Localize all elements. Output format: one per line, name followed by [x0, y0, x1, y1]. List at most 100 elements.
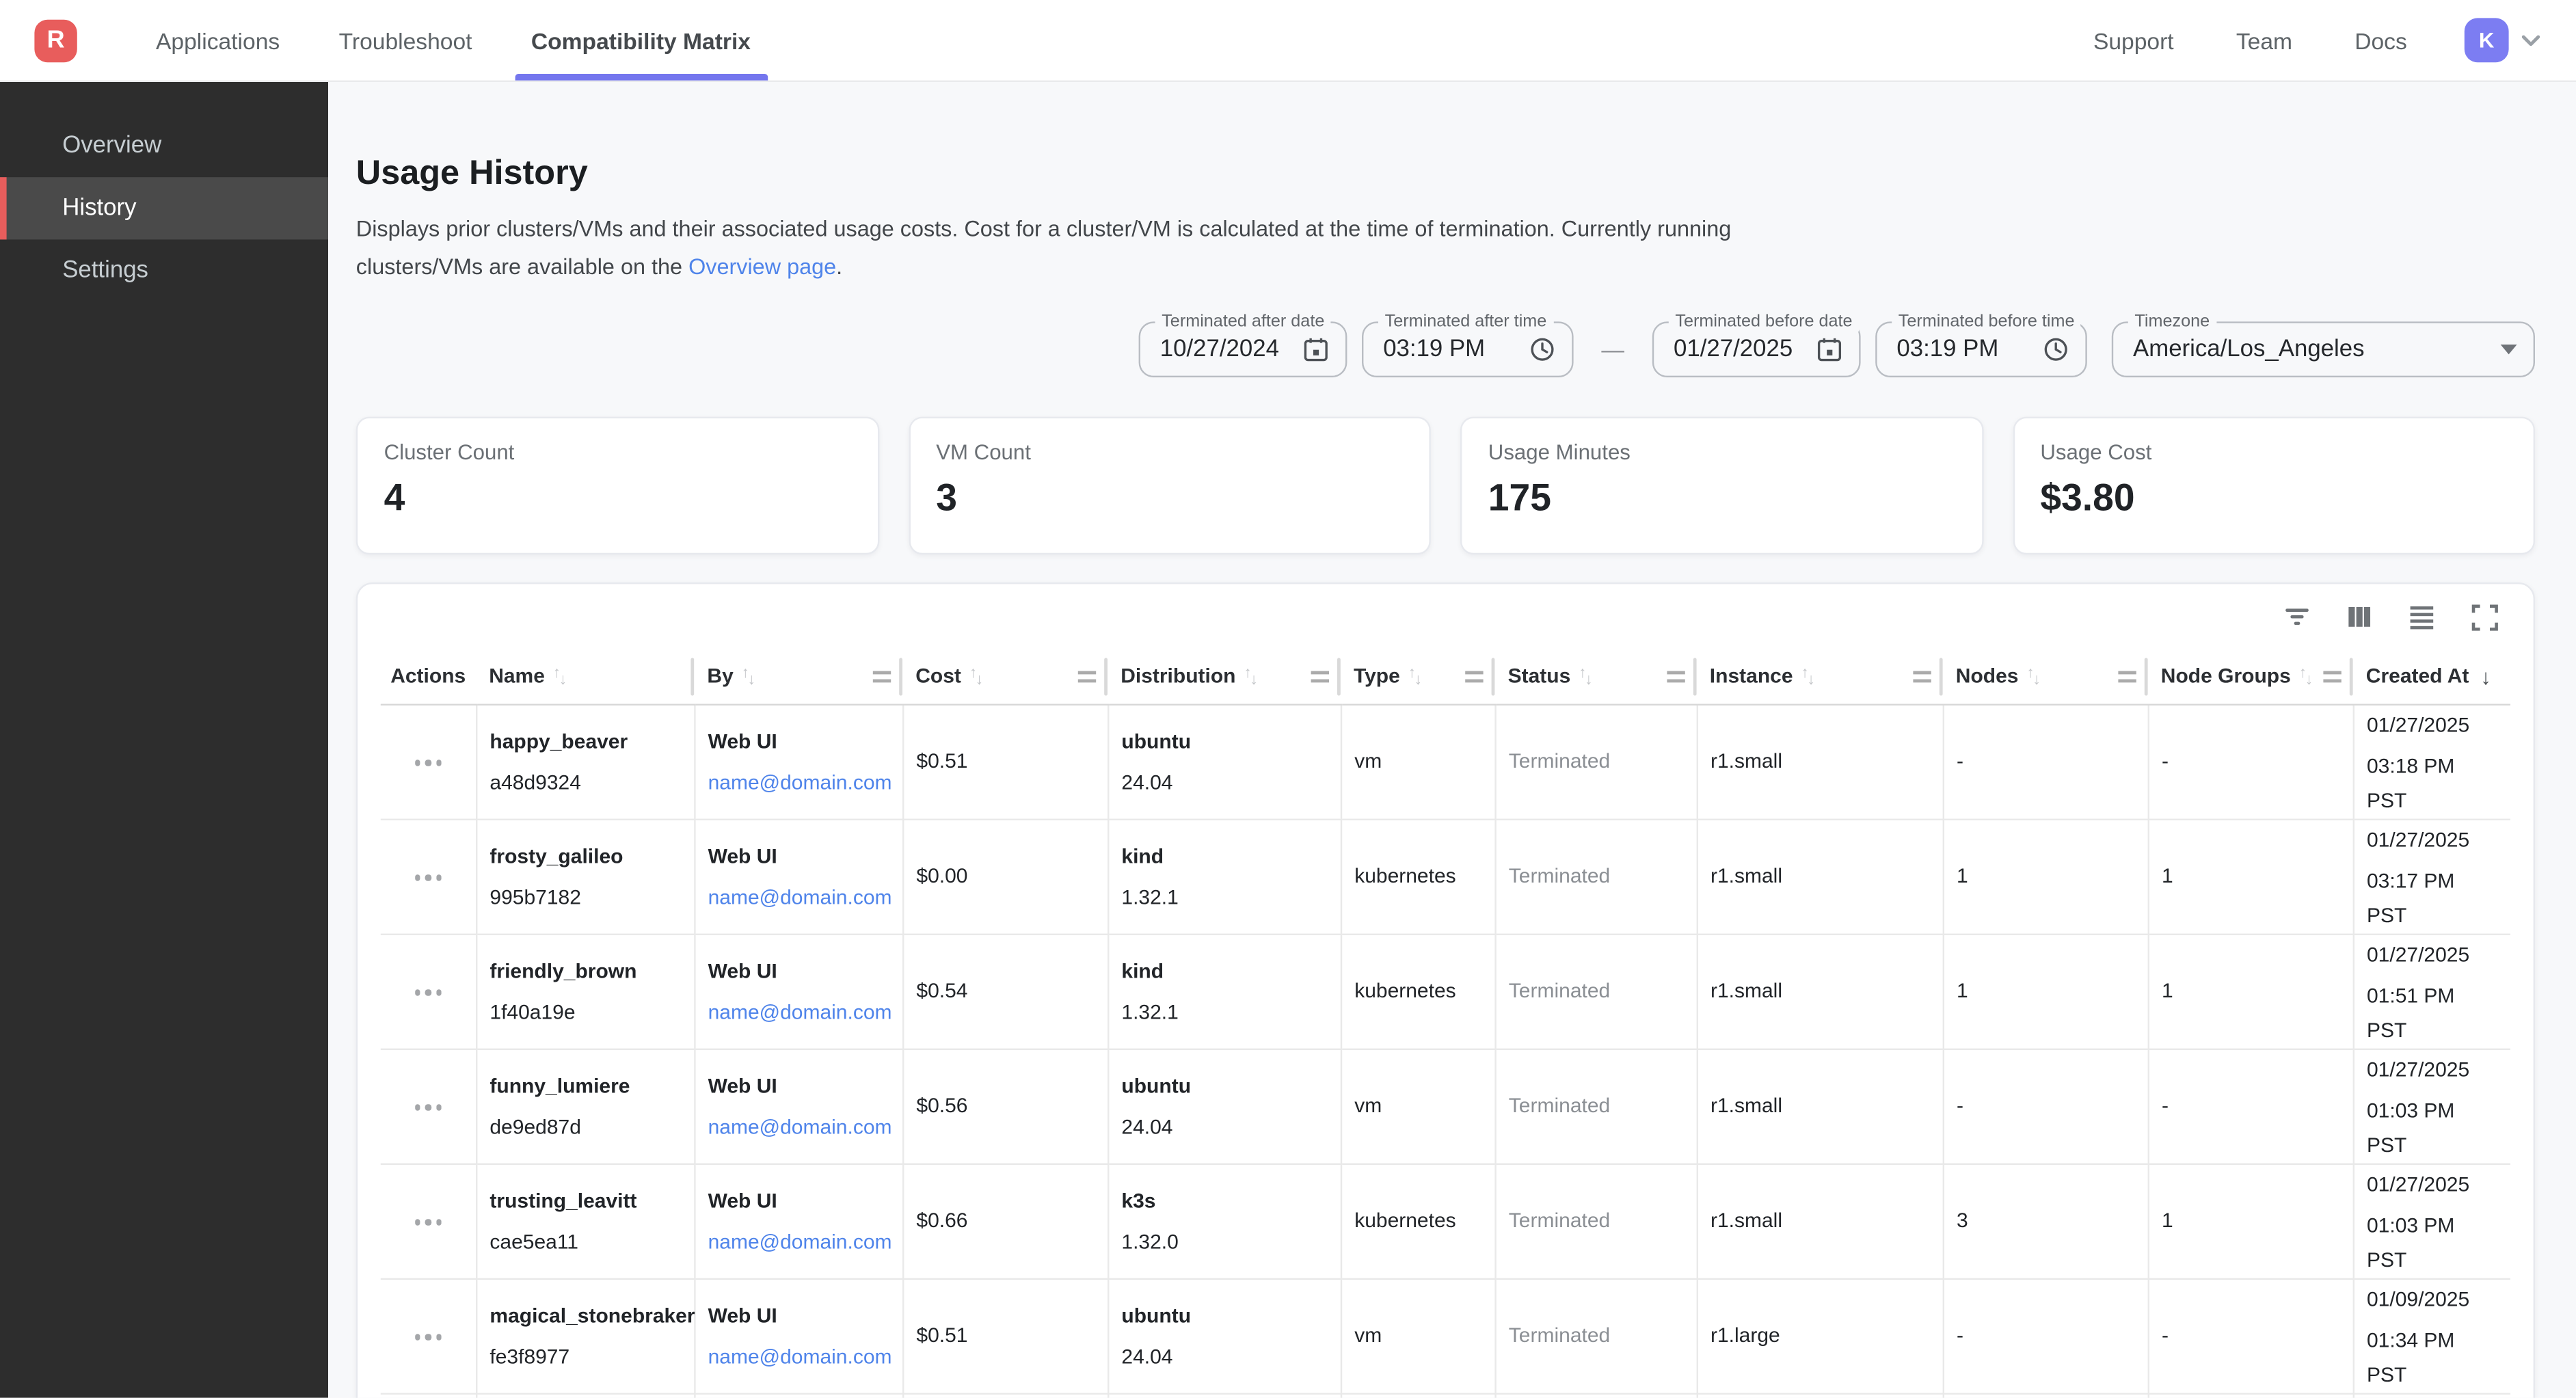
calendar-icon[interactable] — [1816, 336, 1842, 362]
sort-icon[interactable]: ↑↓ — [2026, 667, 2040, 685]
cost-value: $0.51 — [916, 1324, 967, 1347]
created-date: 01/09/2025 — [2367, 1282, 2497, 1317]
column-header-instance[interactable]: Instance↑↓ — [1697, 649, 1943, 703]
stat-label: Usage Cost — [2040, 440, 2507, 464]
cell-cost: $0.00 — [902, 819, 1108, 934]
tab-applications[interactable]: Applications — [126, 0, 310, 81]
cell-instance: r1.small — [1697, 1164, 1943, 1278]
created-by-email[interactable]: name@domain.com — [708, 996, 889, 1030]
column-header-node-groups[interactable]: Node Groups↑↓ — [2148, 649, 2353, 703]
field-label: Timezone — [2128, 312, 2216, 332]
column-header-by[interactable]: By↑↓ — [694, 649, 902, 703]
cluster-name: happy_beaver — [489, 725, 680, 760]
table-row[interactable]: friendly_brown 1f40a19e Web UI name@doma… — [381, 934, 2510, 1049]
created-by-email[interactable]: name@domain.com — [708, 1341, 889, 1375]
link-support[interactable]: Support — [2062, 27, 2205, 53]
description-line-2: clusters/VMs are available on the — [356, 254, 688, 279]
terminated-after-time-field[interactable]: Terminated after time 03:19 PM — [1362, 321, 1574, 377]
column-resize-handle[interactable] — [1913, 671, 1931, 682]
replicated-logo[interactable]: R — [34, 19, 77, 62]
distribution-version: 24.04 — [1121, 1341, 1326, 1375]
distribution-name: kind — [1121, 955, 1326, 989]
tab-troubleshoot[interactable]: Troubleshoot — [309, 0, 501, 81]
cell-actions — [381, 1164, 476, 1278]
cell-name: magical_stonebraker fe3f8977 — [476, 1278, 694, 1393]
tab-compatibility-matrix[interactable]: Compatibility Matrix — [502, 0, 781, 81]
table-row[interactable]: happy_beaver a48d9324 Web UI name@domain… — [381, 704, 2510, 819]
created-by-email[interactable]: name@domain.com — [708, 1111, 889, 1145]
link-team[interactable]: Team — [2205, 27, 2323, 53]
sidebar-item-overview[interactable]: Overview — [0, 115, 328, 177]
density-icon[interactable] — [2402, 597, 2442, 637]
column-resize-handle[interactable] — [1667, 671, 1685, 682]
row-actions-menu-icon[interactable] — [405, 1324, 451, 1349]
column-header-nodes[interactable]: Nodes↑↓ — [1943, 649, 2148, 703]
column-resize-handle[interactable] — [2323, 671, 2341, 682]
sidebar-item-settings[interactable]: Settings — [0, 239, 328, 301]
status-badge: Terminated — [1509, 1094, 1610, 1118]
terminated-after-date-field[interactable]: Terminated after date 10/27/2024 — [1139, 321, 1347, 377]
link-docs[interactable]: Docs — [2324, 27, 2439, 53]
created-by-email[interactable]: name@domain.com — [708, 1226, 889, 1260]
column-resize-handle[interactable] — [2118, 671, 2136, 682]
table-row[interactable]: trusting_leavitt cae5ea11 Web UI name@do… — [381, 1164, 2510, 1278]
created-by-email[interactable]: name@domain.com — [708, 766, 889, 801]
column-resize-handle[interactable] — [1465, 671, 1483, 682]
sidebar-item-history[interactable]: History — [0, 177, 328, 239]
row-actions-menu-icon[interactable] — [405, 1094, 451, 1120]
sort-icon[interactable]: ↑↓ — [2299, 667, 2313, 685]
overview-page-link[interactable]: Overview page — [688, 254, 836, 279]
timezone-select[interactable]: Timezone America/Los_Angeles — [2112, 321, 2535, 377]
sort-icon[interactable]: ↑↓ — [553, 667, 567, 685]
fullscreen-icon[interactable] — [2465, 597, 2504, 637]
sort-icon[interactable]: ↑↓ — [969, 667, 983, 685]
cell-status: Terminated — [1494, 1164, 1696, 1278]
terminated-before-date-field[interactable]: Terminated before date 01/27/2025 — [1652, 321, 1861, 377]
created-by-email[interactable]: name@domain.com — [708, 881, 889, 915]
type-value: kubernetes — [1354, 865, 1455, 888]
cell-type: vm — [1341, 1049, 1495, 1164]
table-row[interactable]: frosty_galileo 995b7182 Web UI name@doma… — [381, 819, 2510, 934]
type-value: vm — [1354, 1324, 1382, 1347]
cell-created-at: 01/27/2025 03:18 PM PST — [2353, 704, 2510, 819]
table-row[interactable]: funny_lumiere de9ed87d Web UI name@domai… — [381, 1049, 2510, 1164]
field-value: 03:19 PM — [1383, 336, 1516, 362]
column-header-type[interactable]: Type↑↓ — [1341, 649, 1495, 703]
cluster-id: 995b7182 — [489, 881, 680, 915]
calendar-icon[interactable] — [1303, 336, 1329, 362]
column-resize-handle[interactable] — [873, 671, 891, 682]
field-value: America/Los_Angeles — [2133, 336, 2487, 362]
columns-icon[interactable] — [2339, 597, 2379, 637]
row-actions-menu-icon[interactable] — [405, 1209, 451, 1235]
stat-card-vm-count: VM Count 3 — [908, 417, 1430, 555]
column-header-cost[interactable]: Cost↑↓ — [902, 649, 1108, 703]
cell-cost: $0.56 — [902, 1049, 1108, 1164]
filter-icon[interactable] — [2277, 597, 2317, 637]
column-header-distribution[interactable]: Distribution↑↓ — [1108, 649, 1341, 703]
cell-distribution: k3s 1.32.0 — [1108, 1164, 1341, 1278]
cell-nodes: 3 — [1943, 1164, 2148, 1278]
row-actions-menu-icon[interactable] — [405, 750, 451, 775]
table-row[interactable]: magical_stonebraker fe3f8977 Web UI name… — [381, 1278, 2510, 1393]
column-resize-handle[interactable] — [1311, 671, 1329, 682]
clock-icon[interactable] — [2043, 336, 2069, 362]
sort-icon[interactable]: ↑↓ — [1579, 667, 1592, 685]
chevron-down-icon[interactable] — [2519, 28, 2543, 53]
sort-icon[interactable]: ↑↓ — [1408, 667, 1422, 685]
row-actions-menu-icon[interactable] — [405, 865, 451, 890]
sort-icon[interactable]: ↑↓ — [1801, 667, 1815, 685]
row-actions-menu-icon[interactable] — [405, 980, 451, 1005]
created-by-source: Web UI — [708, 1300, 889, 1334]
clock-icon[interactable] — [1529, 336, 1555, 362]
column-header-created-at[interactable]: Created At↓ — [2353, 649, 2510, 703]
user-avatar[interactable]: K — [2465, 18, 2509, 62]
sort-desc-icon[interactable]: ↓ — [2480, 664, 2491, 688]
sort-icon[interactable]: ↑↓ — [1244, 667, 1258, 685]
column-resize-handle[interactable] — [1078, 671, 1096, 682]
terminated-before-time-field[interactable]: Terminated before time 03:19 PM — [1875, 321, 2087, 377]
sort-icon[interactable]: ↑↓ — [742, 667, 755, 685]
column-header-name[interactable]: Name↑↓ — [476, 649, 694, 703]
column-header-status[interactable]: Status↑↓ — [1494, 649, 1696, 703]
status-badge: Terminated — [1509, 980, 1610, 1003]
table-header: Actions Name↑↓ By↑↓ Cost↑↓ Distribution↑… — [381, 649, 2510, 703]
